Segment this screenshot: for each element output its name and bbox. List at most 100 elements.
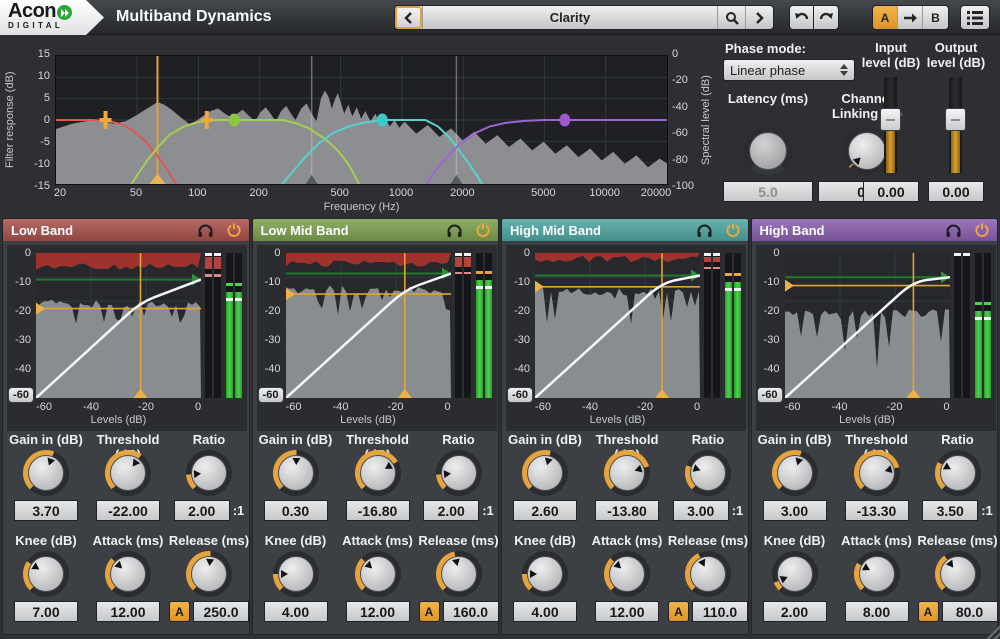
preset-search-button[interactable] [718, 6, 746, 29]
band-power-icon[interactable] [227, 223, 241, 237]
attack-value[interactable]: 12.00 [346, 601, 410, 622]
knee-value[interactable]: 4.00 [264, 601, 328, 622]
ratio-value[interactable]: 3.00 [673, 500, 729, 521]
solo-headphones-icon[interactable] [946, 224, 961, 237]
band-range-min-badge[interactable]: -60 [507, 387, 533, 403]
latency-label: Latency (ms) [723, 91, 813, 106]
attack-value[interactable]: 12.00 [595, 601, 659, 622]
spectral-level-ticks: 0-20-40-60-80-100 [672, 48, 698, 192]
band-panels: Low Band 0-10-20-30-40-50 -60 -60-40-200… [0, 218, 1000, 639]
knee-label: Knee (dB) [504, 533, 586, 548]
gain-in-value[interactable]: 3.70 [14, 500, 78, 521]
gain-in-value[interactable]: 3.00 [763, 500, 827, 521]
release-knob[interactable] [186, 551, 232, 597]
band-power-icon[interactable] [975, 223, 989, 237]
ratio-label: Ratio [666, 432, 750, 447]
preset-menu-button[interactable] [960, 5, 990, 30]
band-power-icon[interactable] [726, 223, 740, 237]
threshold-value[interactable]: -13.30 [845, 500, 909, 521]
preset-next-button[interactable] [746, 6, 773, 29]
ab-a-button[interactable]: A [873, 6, 898, 29]
release-auto-button[interactable]: A [169, 601, 190, 622]
release-knob[interactable] [685, 551, 731, 597]
input-level-value[interactable]: 0.00 [863, 181, 919, 202]
release-value[interactable]: 160.0 [443, 601, 499, 622]
band-transfer-graph-0[interactable]: 0-10-20-30-40-50 -60 -60-40-200 Levels (… [7, 245, 247, 431]
band-yticks: 0-10-20-30-40-50 [7, 247, 34, 404]
redo-button[interactable] [814, 5, 839, 30]
ratio-value[interactable]: 2.00 [423, 500, 479, 521]
gain-in-knob[interactable] [522, 450, 568, 496]
ab-copy-button[interactable] [898, 6, 923, 29]
threshold-value[interactable]: -13.80 [595, 500, 659, 521]
knee-knob[interactable] [772, 551, 818, 597]
knee-value[interactable]: 7.00 [14, 601, 78, 622]
knee-value[interactable]: 2.00 [763, 601, 827, 622]
ratio-value[interactable]: 3.50 [922, 500, 978, 521]
band-range-min-badge[interactable]: -60 [258, 387, 284, 403]
ratio-knob[interactable] [685, 450, 731, 496]
gain-in-value[interactable]: 0.30 [264, 500, 328, 521]
arrow-right-icon [903, 13, 917, 23]
gain-in-knob[interactable] [273, 450, 319, 496]
attack-knob[interactable] [854, 551, 900, 597]
solo-headphones-icon[interactable] [697, 224, 712, 237]
release-auto-button[interactable]: A [419, 601, 440, 622]
preset-name-field[interactable]: Clarity [422, 6, 718, 29]
input-level-slider[interactable] [880, 77, 902, 173]
band-transfer-graph-1[interactable]: 0-10-20-30-40-50 -60 -60-40-200 Levels (… [257, 245, 497, 431]
ab-b-button[interactable]: B [923, 6, 948, 29]
band-range-min-badge[interactable]: -60 [8, 387, 34, 403]
release-auto-button[interactable]: A [918, 601, 939, 622]
knee-knob[interactable] [23, 551, 69, 597]
solo-headphones-icon[interactable] [447, 224, 462, 237]
ratio-suffix: :1 [233, 503, 245, 518]
threshold-knob[interactable] [854, 450, 900, 496]
latency-value: 5.0 [723, 181, 813, 202]
knee-value[interactable]: 4.00 [513, 601, 577, 622]
band-range-min-badge[interactable]: -60 [757, 387, 783, 403]
threshold-value[interactable]: -22.00 [96, 500, 160, 521]
attack-value[interactable]: 12.00 [96, 601, 160, 622]
solo-headphones-icon[interactable] [198, 224, 213, 237]
attack-knob[interactable] [355, 551, 401, 597]
output-level-value[interactable]: 0.00 [928, 181, 984, 202]
knee-knob[interactable] [522, 551, 568, 597]
output-level-slider[interactable] [945, 77, 967, 173]
phase-mode-select[interactable]: Linear phase [723, 59, 855, 81]
band-transfer-graph-3[interactable]: 0-10-20-30-40-50 -60 -60-40-200 Levels (… [756, 245, 996, 431]
undo-button[interactable] [789, 5, 814, 30]
band-title: High Band [760, 223, 825, 238]
input-slider-handle[interactable] [880, 108, 901, 131]
ratio-value[interactable]: 2.00 [174, 500, 230, 521]
knee-knob[interactable] [273, 551, 319, 597]
attack-knob[interactable] [604, 551, 650, 597]
release-value[interactable]: 80.0 [942, 601, 998, 622]
threshold-knob[interactable] [105, 450, 151, 496]
release-knob[interactable] [935, 551, 981, 597]
attack-knob[interactable] [105, 551, 151, 597]
output-slider-handle[interactable] [945, 108, 966, 131]
frequency-axis-label: Frequency (Hz) [55, 201, 668, 213]
gain-in-value[interactable]: 2.60 [513, 500, 577, 521]
ratio-knob[interactable] [186, 450, 232, 496]
gain-in-knob[interactable] [23, 450, 69, 496]
release-auto-button[interactable]: A [668, 601, 689, 622]
preset-prev-button[interactable] [395, 6, 422, 29]
release-value[interactable]: 250.0 [193, 601, 249, 622]
gain-reduction-meters [704, 253, 720, 398]
band-power-icon[interactable] [476, 223, 490, 237]
threshold-knob[interactable] [355, 450, 401, 496]
release-value[interactable]: 110.0 [692, 601, 748, 622]
attack-value[interactable]: 8.00 [845, 601, 909, 622]
release-knob[interactable] [436, 551, 482, 597]
chevron-right-icon [755, 12, 764, 24]
gain-in-knob[interactable] [772, 450, 818, 496]
band-transfer-graph-2[interactable]: 0-10-20-30-40-50 -60 -60-40-200 Levels (… [506, 245, 746, 431]
ratio-suffix: :1 [482, 503, 494, 518]
ratio-knob[interactable] [436, 450, 482, 496]
threshold-knob[interactable] [604, 450, 650, 496]
ratio-knob[interactable] [935, 450, 981, 496]
spectrum-display[interactable] [55, 55, 668, 185]
threshold-value[interactable]: -16.80 [346, 500, 410, 521]
